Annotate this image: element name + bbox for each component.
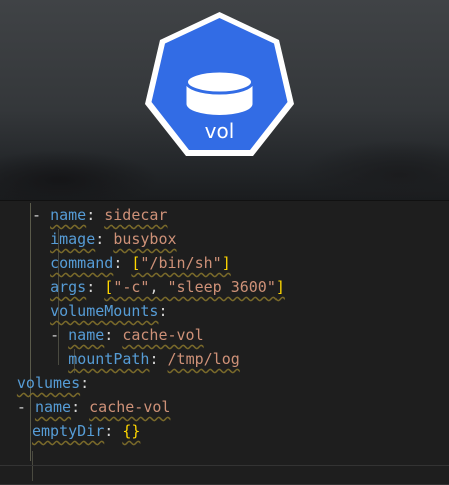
volume-label: vol bbox=[204, 119, 235, 143]
yaml-key: command bbox=[50, 254, 114, 272]
yaml-value: ["-c", "sleep 3600"] bbox=[104, 278, 285, 296]
code-line[interactable]: - name: cache-vol bbox=[17, 395, 449, 419]
yaml-key: image bbox=[50, 230, 96, 248]
shadow bbox=[300, 140, 449, 200]
yaml-value: cache-vol bbox=[122, 326, 204, 344]
yaml-value: ["/bin/sh"] bbox=[131, 254, 231, 272]
yaml-key: name bbox=[50, 206, 87, 224]
code-line[interactable]: volumeMounts: bbox=[50, 299, 449, 323]
code-line[interactable]: args: ["-c", "sleep 3600"] bbox=[50, 275, 449, 299]
yaml-key: name bbox=[68, 326, 105, 344]
yaml-key: name bbox=[34, 398, 72, 416]
yaml-key: volumes bbox=[16, 374, 81, 392]
yaml-key: emptyDir bbox=[32, 422, 105, 440]
yaml-value: cache-vol bbox=[89, 398, 171, 416]
yaml-value: sidecar bbox=[104, 206, 168, 224]
yaml-value: busybox bbox=[113, 230, 177, 248]
code-line[interactable]: - name: sidecar bbox=[32, 203, 449, 227]
code-line[interactable]: command: ["/bin/sh"] bbox=[50, 251, 449, 275]
yaml-key: args bbox=[50, 278, 87, 296]
yaml-value: {} bbox=[122, 422, 141, 440]
yaml-key: mountPath bbox=[68, 350, 150, 368]
yaml-value: /tmp/log bbox=[167, 350, 240, 368]
code-line[interactable]: - name: cache-vol bbox=[50, 323, 449, 347]
current-line-highlight bbox=[0, 465, 449, 485]
code-line[interactable]: emptyDir: {} bbox=[32, 419, 449, 443]
code-line[interactable]: image: busybox bbox=[50, 227, 449, 251]
yaml-key: volumeMounts bbox=[50, 302, 159, 320]
header-image: vol bbox=[0, 0, 449, 200]
code-line[interactable]: mountPath: /tmp/log bbox=[68, 347, 449, 371]
code-editor[interactable]: - name: sidecar image: busybox command: ["… bbox=[0, 200, 449, 485]
indent-guide bbox=[30, 203, 31, 461]
code-line[interactable]: volumes: bbox=[17, 371, 449, 395]
shadow bbox=[0, 150, 160, 200]
